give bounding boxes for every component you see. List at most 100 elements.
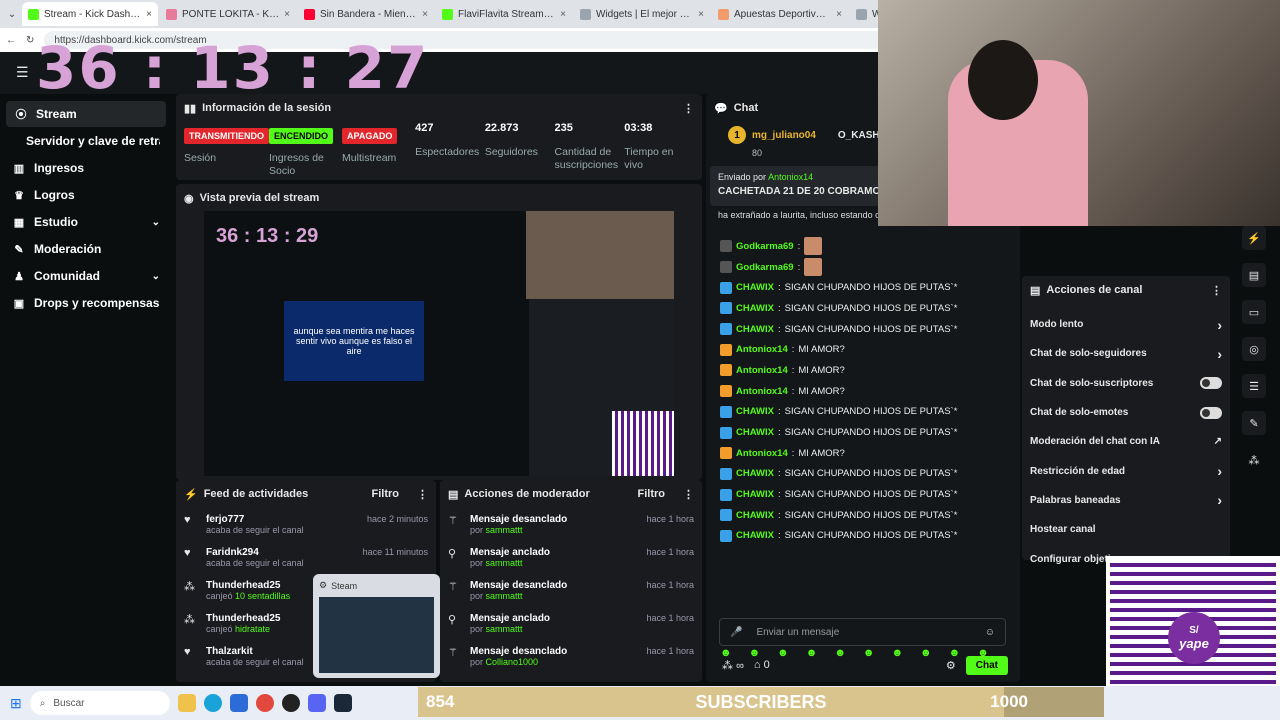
discord-icon[interactable] [307, 694, 326, 712]
session-menu-icon[interactable]: ⋮ [683, 102, 694, 115]
feed-menu-icon[interactable]: ⋮ [417, 488, 428, 501]
browser-tab[interactable]: Apuestas Deportivas - Casino × [712, 2, 848, 26]
sidebar-item[interactable]: ▦ Estudio ⌄ [0, 209, 172, 235]
files-icon[interactable] [177, 694, 196, 712]
channel-actions-menu-icon[interactable]: ⋮ [1211, 284, 1222, 297]
sidebar-item[interactable]: ▥ Ingresos [0, 155, 172, 181]
browser-tab[interactable]: FlaviFlavita Stream - Watch × [436, 2, 572, 26]
mod-action-item[interactable]: ⚲ Mensaje anclado por sammattt hace 1 hora [440, 607, 702, 640]
reload-icon[interactable]: ↻ [26, 35, 34, 46]
chat-username[interactable]: CHAWIX [736, 324, 774, 335]
obs-icon[interactable] [281, 694, 300, 712]
chat-username[interactable]: Godkarma69 [736, 262, 794, 273]
points-icon[interactable]: ⁂ ∞ [722, 659, 744, 672]
chat-username[interactable]: Antoniox14 [736, 344, 788, 355]
back-icon[interactable]: ← [6, 35, 16, 46]
chat-username[interactable]: CHAWIX [736, 282, 774, 293]
channel-action-item[interactable]: Modo lento › [1022, 310, 1230, 339]
modactions-menu-icon[interactable]: ⋮ [683, 488, 694, 501]
sidebar-item[interactable]: ▣ Drops y recompensas [0, 290, 172, 316]
channel-action-item[interactable]: Chat de solo-emotes [1022, 398, 1230, 427]
browser-tab[interactable]: PONTE LOKITA - Katteyes × [160, 2, 296, 26]
bolt-shortcut-icon[interactable]: ⚡ [1242, 226, 1266, 250]
wrench-shortcut-icon[interactable]: ✎ [1242, 411, 1266, 435]
chat-message[interactable]: CHAWIX: SIGAN CHUPANDO HIJOS DE PUTAS`* [706, 319, 1020, 340]
store-icon[interactable] [229, 694, 248, 712]
chat-username[interactable]: Antoniox14 [736, 386, 788, 397]
tab-search-icon[interactable]: ⌄ [4, 9, 20, 20]
mod-action-item[interactable]: ⚚ Mensaje desanclado por sammattt hace 1 ho… [440, 508, 702, 541]
sidebar-item[interactable]: ⦿ Stream [6, 101, 166, 127]
menu-icon[interactable]: ☰ [16, 64, 29, 81]
chat-username[interactable]: CHAWIX [736, 427, 774, 438]
mod-action-item[interactable]: ⚚ Mensaje desanclado por sammattt hace 1 ho… [440, 574, 702, 607]
channel-action-item[interactable]: Chat de solo-suscriptores [1022, 369, 1230, 398]
tab-close-icon[interactable]: × [560, 9, 566, 20]
mod-action-item[interactable]: ⚲ Mensaje anclado por sammattt hace 1 hora [440, 541, 702, 574]
chat-username[interactable]: CHAWIX [736, 468, 774, 479]
chat-message[interactable]: CHAWIX: SIGAN CHUPANDO HIJOS DE PUTAS`* [706, 298, 1020, 319]
toggle-switch[interactable] [1200, 377, 1222, 390]
chat-message[interactable]: Antoniox14: MI AMOR? [706, 381, 1020, 402]
chat-send-button[interactable]: Chat [965, 655, 1008, 675]
tab-close-icon[interactable]: × [836, 9, 842, 20]
chat-message[interactable]: Godkarma69: [706, 236, 1020, 257]
gift-icon[interactable]: ⌂ 0 [754, 659, 770, 671]
chat-message[interactable]: Antoniox14: MI AMOR? [706, 360, 1020, 381]
channel-action-item[interactable]: Restricción de edad › [1022, 456, 1230, 485]
chat-username[interactable]: Antoniox14 [736, 365, 788, 376]
chat-message[interactable]: CHAWIX: SIGAN CHUPANDO HIJOS DE PUTAS`* [706, 505, 1020, 526]
chat-username[interactable]: Godkarma69 [736, 241, 794, 252]
chat-message[interactable]: Godkarma69: [706, 257, 1020, 278]
chat-username[interactable]: CHAWIX [736, 489, 774, 500]
chat-message[interactable]: CHAWIX: SIGAN CHUPANDO HIJOS DE PUTAS`* [706, 277, 1020, 298]
channel-action-item[interactable]: Chat de solo-seguidores › [1022, 339, 1230, 368]
chat-username[interactable]: CHAWIX [736, 530, 774, 541]
points-shortcut-icon[interactable]: ⁂ [1242, 448, 1266, 472]
feed-item[interactable]: ♥ Faridnk294 acaba de seguir el canal hace … [176, 541, 436, 574]
chat-message[interactable]: Antoniox14: MI AMOR? [706, 339, 1020, 360]
emote-picker-icon[interactable]: 🎤 [730, 627, 742, 638]
tab-close-icon[interactable]: × [146, 9, 152, 20]
preview-video[interactable]: 36 : 13 : 29 aunque sea mentira me haces… [204, 211, 674, 476]
sidebar-item[interactable]: Servidor y clave de retransmisión [0, 128, 172, 154]
chat-message[interactable]: CHAWIX: SIGAN CHUPANDO HIJOS DE PUTAS`* [706, 422, 1020, 443]
chat-shortcut-icon[interactable]: ▭ [1242, 300, 1266, 324]
chat-username[interactable]: CHAWIX [736, 303, 774, 314]
browser-tab[interactable]: Widgets | El mejor software × [574, 2, 710, 26]
chat-username[interactable]: Antoniox14 [736, 448, 788, 459]
modactions-filter-button[interactable]: Filtro [638, 488, 666, 500]
windows-start-icon[interactable]: ⊞ [10, 695, 22, 712]
feed-item[interactable]: ♥ ferjo777 acaba de seguir el canal hace 2 … [176, 508, 436, 541]
channel-action-item[interactable]: Moderación del chat con IA ↗ [1022, 427, 1230, 456]
sidebar-item[interactable]: ♛ Logros [0, 182, 172, 208]
mod-action-item[interactable]: ⚚ Mensaje desanclado por Colliano1000 hace … [440, 640, 702, 673]
broadcast-shortcut-icon[interactable]: ◎ [1242, 337, 1266, 361]
sidebar-item[interactable]: ✎ Moderación [0, 236, 172, 262]
tab-close-icon[interactable]: × [284, 9, 290, 20]
smile-icon[interactable]: ☺ [985, 627, 995, 638]
taskbar-search[interactable]: ⌕ Buscar [29, 691, 170, 715]
steam-taskbar-icon[interactable] [333, 694, 352, 712]
chat-username[interactable]: CHAWIX [736, 406, 774, 417]
settings-icon[interactable]: ⚙ [946, 659, 956, 672]
chat-message[interactable]: CHAWIX: SIGAN CHUPANDO HIJOS DE PUTAS`* [706, 464, 1020, 485]
chat-message[interactable]: CHAWIX: SIGAN CHUPANDO HIJOS DE PUTAS`* [706, 526, 1020, 547]
edge-icon[interactable] [203, 694, 222, 712]
sidebar-item[interactable]: ♟ Comunidad ⌄ [0, 263, 172, 289]
tab-close-icon[interactable]: × [698, 9, 704, 20]
notes-shortcut-icon[interactable]: ▤ [1242, 263, 1266, 287]
feed-filter-button[interactable]: Filtro [372, 488, 400, 500]
browser-tab[interactable]: Sin Bandera - Mientes Tan × [298, 2, 434, 26]
chat-username[interactable]: CHAWIX [736, 510, 774, 521]
browser-tab[interactable]: Stream - Kick Dashboard × [22, 2, 158, 26]
chat-message[interactable]: CHAWIX: SIGAN CHUPANDO HIJOS DE PUTAS`* [706, 484, 1020, 505]
chat-message[interactable]: Antoniox14: MI AMOR? [706, 443, 1020, 464]
tab-close-icon[interactable]: × [422, 9, 428, 20]
chrome-icon[interactable] [255, 694, 274, 712]
steam-thumbnail-popup[interactable]: ⚙ Steam [313, 574, 440, 678]
chat-input[interactable]: 🎤 Enviar un mensaje ☺ [719, 618, 1006, 646]
channel-action-item[interactable]: Hostear canal [1022, 515, 1230, 544]
channel-action-item[interactable]: Palabras baneadas › [1022, 486, 1230, 515]
chat-message[interactable]: CHAWIX: SIGAN CHUPANDO HIJOS DE PUTAS`* [706, 402, 1020, 423]
